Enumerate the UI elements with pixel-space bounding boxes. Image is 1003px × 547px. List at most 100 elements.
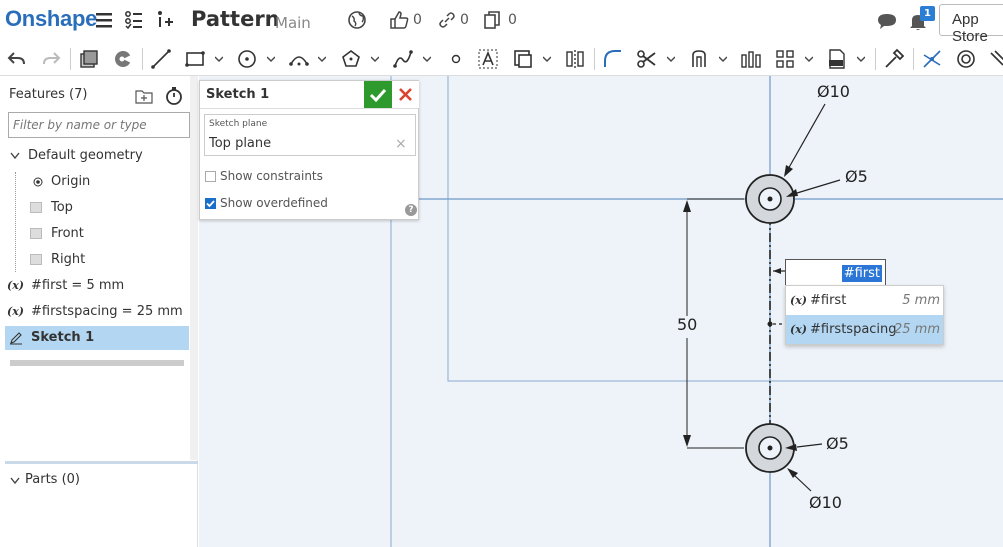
show-overdefined-checkbox[interactable] — [205, 198, 216, 209]
offset-tool-icon[interactable] — [512, 48, 534, 70]
text-tool-icon[interactable] — [477, 48, 499, 70]
trim-dropdown-icon[interactable] — [667, 55, 675, 63]
onshape-logo[interactable]: Onshape — [5, 6, 97, 32]
notifications-badge[interactable]: 1 — [920, 6, 935, 21]
polygon-tool-icon[interactable] — [340, 48, 362, 70]
feature-variable-first[interactable]: (x) #first = 5 mm — [0, 274, 190, 298]
bottom-hole-center — [767, 445, 773, 451]
bottom-large-diameter-dimension[interactable]: Ø10 — [809, 493, 842, 512]
feature-copy-icon[interactable] — [78, 48, 100, 70]
comments-icon[interactable] — [876, 10, 898, 32]
rectangle-dropdown-icon[interactable] — [215, 55, 223, 63]
feature-list-rollback-bar[interactable] — [10, 360, 184, 366]
top-large-diameter-dimension[interactable]: Ø10 — [817, 82, 850, 101]
feature-list-icon[interactable] — [123, 9, 145, 31]
top-small-diameter-dimension[interactable]: Ø5 — [845, 167, 868, 186]
sketch-plane-value: Top plane — [209, 136, 272, 151]
arc-tool-icon[interactable] — [288, 48, 310, 70]
feature-origin[interactable]: Origin — [0, 170, 190, 194]
link-icon[interactable] — [436, 9, 458, 31]
sketch-plane-label: Sketch plane — [209, 119, 268, 129]
dxf-import-icon[interactable] — [826, 48, 848, 70]
rollback-timer-icon[interactable] — [164, 86, 184, 106]
cancel-button[interactable] — [392, 81, 419, 108]
undo-icon[interactable] — [6, 48, 28, 70]
default-geometry-folder[interactable]: Default geometry — [0, 144, 190, 168]
copy-icon[interactable] — [482, 9, 504, 31]
variable-icon: (x) — [790, 294, 807, 307]
arc-dropdown-icon[interactable] — [318, 55, 326, 63]
menu-icon[interactable] — [94, 9, 116, 31]
feature-label: Front — [51, 226, 84, 241]
concentric-constraint-icon[interactable] — [955, 48, 977, 70]
likes-count: 0 — [413, 12, 422, 28]
show-constraints-checkbox[interactable] — [205, 171, 216, 182]
sketch-dialog: Sketch 1 Sketch plane Top plane × Show c… — [199, 80, 419, 220]
point-tool-icon[interactable] — [445, 48, 467, 70]
chevron-down-icon — [10, 477, 20, 485]
feature-sketch-1[interactable]: Sketch 1 — [5, 326, 189, 350]
clear-plane-icon[interactable]: × — [395, 136, 407, 152]
insert-icon[interactable] — [155, 9, 177, 31]
import-dropdown-icon[interactable] — [857, 55, 865, 63]
autocomplete-item-firstspacing[interactable]: (x) #firstspacing 25 mm — [786, 315, 943, 344]
app-store-button[interactable]: App Store — [939, 4, 1003, 45]
feature-right-plane[interactable]: Right — [0, 248, 190, 272]
feature-top-plane[interactable]: Top — [0, 196, 190, 220]
dimension-input-selected-text[interactable]: #first — [841, 265, 882, 282]
rectangle-tool-icon[interactable] — [184, 48, 206, 70]
feature-filter-input[interactable] — [8, 112, 190, 138]
polygon-dropdown-icon[interactable] — [371, 55, 379, 63]
top-hole-center — [767, 196, 773, 202]
like-icon[interactable] — [388, 9, 410, 31]
spline-dropdown-icon[interactable] — [423, 55, 431, 63]
feature-label: Sketch 1 — [31, 330, 95, 345]
feature-variable-firstspacing[interactable]: (x) #firstspacing = 25 mm — [0, 300, 190, 324]
construction-tool-icon[interactable] — [883, 48, 905, 70]
add-folder-icon[interactable] — [134, 87, 154, 105]
parts-divider[interactable] — [5, 461, 198, 464]
plane-icon — [30, 228, 42, 239]
feature-list-scrollbar[interactable] — [190, 76, 198, 460]
offset-dropdown-icon[interactable] — [543, 55, 551, 63]
bottom-small-diameter-dimension[interactable]: Ø5 — [826, 434, 849, 453]
sketch-dialog-title: Sketch 1 — [206, 87, 270, 102]
feature-front-plane[interactable]: Front — [0, 222, 190, 246]
sketch-icon — [10, 332, 22, 345]
spline-tool-icon[interactable] — [392, 48, 414, 70]
document-title[interactable]: Pattern — [191, 7, 280, 31]
coincident-constraint-icon[interactable] — [921, 48, 943, 70]
convert-dropdown-icon[interactable] — [719, 55, 727, 63]
show-overdefined-label[interactable]: Show overdefined — [220, 196, 328, 210]
autocomplete-item-name: #first — [810, 293, 847, 308]
trim-tool-icon[interactable] — [636, 48, 658, 70]
show-constraints-label[interactable]: Show constraints — [220, 169, 323, 183]
checkmark-icon — [369, 88, 387, 103]
dimension-value-input[interactable]: #first — [785, 259, 886, 286]
origin-icon — [33, 177, 43, 187]
checkmark-icon — [206, 200, 215, 208]
features-title: Features (7) — [9, 87, 88, 102]
use-projection-icon[interactable] — [112, 48, 134, 70]
redo-icon[interactable] — [40, 48, 62, 70]
pattern-dropdown-icon[interactable] — [805, 55, 813, 63]
line-tool-icon[interactable] — [150, 48, 172, 70]
linear-pattern-tool-icon[interactable] — [740, 48, 762, 70]
links-count: 0 — [460, 12, 469, 28]
accept-button[interactable] — [364, 81, 392, 108]
feature-label: #first = 5 mm — [31, 278, 125, 293]
mirror-tool-icon[interactable] — [564, 48, 586, 70]
circle-tool-icon[interactable] — [236, 48, 258, 70]
parallel-constraint-icon[interactable] — [988, 48, 1003, 70]
globe-icon[interactable] — [347, 9, 369, 31]
sketch-plane-field[interactable]: Sketch plane Top plane × — [204, 114, 416, 156]
branch-name[interactable]: Main — [275, 14, 311, 32]
circle-dropdown-icon[interactable] — [267, 55, 275, 63]
circular-pattern-tool-icon[interactable] — [774, 48, 796, 70]
close-icon — [399, 88, 412, 101]
convert-tool-icon[interactable] — [688, 48, 710, 70]
vertical-distance-dimension[interactable]: 50 — [677, 315, 697, 334]
help-icon[interactable]: ? — [405, 204, 417, 216]
fillet-tool-icon[interactable] — [602, 48, 624, 70]
autocomplete-item-first[interactable]: (x) #first 5 mm — [786, 286, 943, 315]
